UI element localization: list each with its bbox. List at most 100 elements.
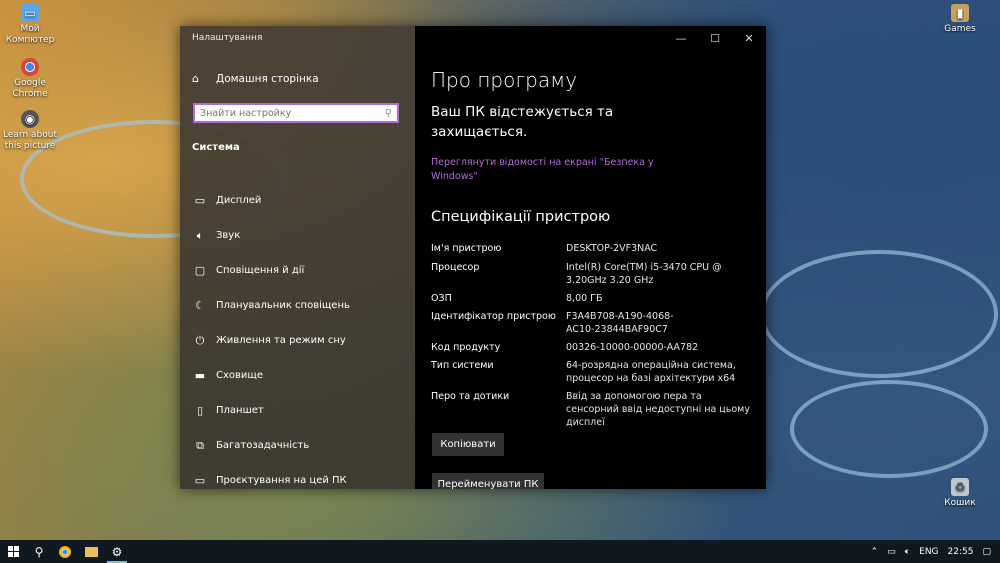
spec-row: Процесор Intel(R) Core(TM) i5-3470 CPU @… [431,261,761,287]
spec-key: Процесор [431,262,480,273]
sidebar-nav: ▭ Дисплей 🔈︎ Звук ▢ Сповіщення й дії ☾ П… [192,183,350,489]
road-decoration [790,380,988,478]
sidebar-item-label: Живлення та режим сну [216,335,346,346]
chrome-icon [59,545,71,558]
desktop-icon-my-computer[interactable]: ▭ Мой Компютер [0,4,60,46]
sound-icon: 🔈︎ [196,228,204,242]
clock[interactable]: 22:55 [948,547,974,557]
start-button[interactable] [0,540,26,563]
spec-value: 00326-10000-00000-AA782 [566,342,699,353]
spec-value: 64-розрядна операційна система, процесор… [566,360,736,384]
spec-row: Тип системи 64-розрядна операційна систе… [431,359,761,385]
language-indicator[interactable]: ENG [919,547,938,557]
spec-row: ОЗП 8,00 ГБ [431,292,761,305]
volume-icon[interactable]: 🔈︎ [905,547,910,557]
sidebar-item-sound[interactable]: 🔈︎ Звук [192,218,350,253]
spec-key: Ідентифікатор пристрою [431,311,556,322]
maximize-button[interactable]: ☐ [698,26,732,50]
desktop-icon-learn-picture[interactable]: ◉ Learn about this picture [0,110,60,152]
sidebar-item-notifications[interactable]: ▢ Сповіщення й дії [192,253,350,288]
spec-key: Перо та дотики [431,391,510,402]
windows-logo-icon [7,546,19,557]
moon-icon: ☾ [195,299,205,312]
storage-icon: ▬ [194,369,206,382]
multitasking-icon: ⧉ [196,438,204,452]
sidebar-item-tablet[interactable]: ▯ Планшет [192,393,350,428]
home-icon: ⌂ [192,72,199,85]
projecting-icon: ▭ [194,474,206,487]
copy-button[interactable]: Копіювати [432,433,504,456]
sidebar-item-label: Сховище [216,370,263,381]
sidebar-item-multitasking[interactable]: ⧉ Багатозадачність [192,428,350,463]
camera-icon: ◉ [21,110,39,128]
spec-row: Код продукту 00326-10000-00000-AA782 [431,341,761,354]
spec-value: 8,00 ГБ [566,293,603,304]
desktop-icon-recycle-bin[interactable]: ♻ Кошик [930,478,990,509]
notifications-icon: ▢ [194,264,206,277]
spec-key: Тип системи [431,360,494,371]
folder-icon [84,546,98,557]
sidebar-item-focus-assist[interactable]: ☾ Планувальник сповіщень [192,288,350,323]
sidebar-item-label: Багатозадачність [216,440,310,451]
spec-value: DESKTOP-2VF3NAC [566,243,658,254]
tablet-icon: ▯ [196,404,204,417]
spec-row: Ім'я пристрою DESKTOP-2VF3NAC [431,242,761,255]
sidebar-item-projecting[interactable]: ▭ Проєктування на цей ПК [192,463,350,489]
search-button[interactable]: ⚲ [26,540,52,563]
spec-row: Ідентифікатор пристрою F3A4B708-A190-406… [431,310,761,336]
spec-value: F3A4B708-A190-4068-AC10-23844BAF90C7 [566,311,674,335]
desktop-icon-games[interactable]: ▮ Games [930,4,990,35]
desktop-icon-chrome[interactable]: Google Chrome [0,58,60,100]
sidebar-item-label: Дисплей [216,195,262,206]
chevron-up-icon[interactable]: ⌃ [871,547,879,557]
section-heading: Система [192,142,240,153]
sidebar-item-label: Планшет [216,405,264,416]
taskbar-chrome[interactable] [52,540,78,563]
spec-key: Ім'я пристрою [431,243,502,254]
settings-window: Налаштування ⌂ Домашня сторінка ⚲ Систем… [180,26,766,489]
power-icon: ⏻ [195,333,205,347]
home-link[interactable]: ⌂ Домашня сторінка [192,72,319,85]
minimize-button[interactable]: — [664,26,698,50]
search-icon[interactable]: ⚲ [385,108,392,119]
system-tray: ⌃ ▭ 🔈︎ ENG 22:55 ▢ [871,540,1000,563]
sidebar-item-storage[interactable]: ▬ Сховище [192,358,350,393]
gear-icon: ⚙ [111,544,123,559]
sidebar-item-label: Планувальник сповіщень [216,300,350,311]
rename-pc-button[interactable]: Перейменувати ПК [432,473,544,489]
about-panel: — ☐ ✕ Про програму Ваш ПК відстежується … [415,26,766,489]
spec-value: Ввід за допомогою пера та сенсорний ввід… [566,391,750,428]
search-input[interactable] [200,107,370,119]
taskbar-file-explorer[interactable] [78,540,104,563]
security-link[interactable]: Переглянути відомості на екрані "Безпека… [431,156,661,184]
sidebar-item-label: Проєктування на цей ПК [216,475,347,486]
taskbar-settings[interactable]: ⚙ [104,540,130,563]
specs-table: Ім'я пристрою DESKTOP-2VF3NAC Процесор I… [431,242,761,429]
settings-sidebar: Налаштування ⌂ Домашня сторінка ⚲ Систем… [180,26,415,489]
app-title: Налаштування [192,33,263,43]
window-controls: — ☐ ✕ [664,26,766,50]
computer-icon: ▭ [21,4,39,22]
search-box[interactable]: ⚲ [193,103,399,123]
spec-value: Intel(R) Core(TM) i5-3470 CPU @ 3.20GHz … [566,262,722,286]
road-decoration [760,250,998,378]
sidebar-item-label: Звук [216,230,241,241]
spec-row: Перо та дотики Ввід за допомогою пера та… [431,390,761,429]
sidebar-item-label: Сповіщення й дії [216,265,305,276]
desktop-icon-label: Мой Компютер [5,24,55,45]
sidebar-item-power[interactable]: ⏻ Живлення та режим сну [192,323,350,358]
close-button[interactable]: ✕ [732,26,766,50]
search-icon: ⚲ [34,544,44,559]
taskbar: ⚲ ⚙ ⌃ ▭ 🔈︎ ENG 22:55 ▢ [0,540,1000,563]
spec-key: Код продукту [431,342,501,353]
display-icon: ▭ [194,194,206,207]
chrome-icon [21,58,39,76]
notification-icon[interactable]: ▢ [982,547,991,557]
recycle-bin-icon: ♻ [951,478,969,496]
network-icon[interactable]: ▭ [887,547,896,557]
sidebar-item-display[interactable]: ▭ Дисплей [192,183,350,218]
protection-status: Ваш ПК відстежується та захищається. [431,104,614,140]
desktop-icon-label: Кошик [944,498,976,508]
specs-heading: Специфікації пристрою [431,209,611,225]
home-label: Домашня сторінка [216,72,319,85]
